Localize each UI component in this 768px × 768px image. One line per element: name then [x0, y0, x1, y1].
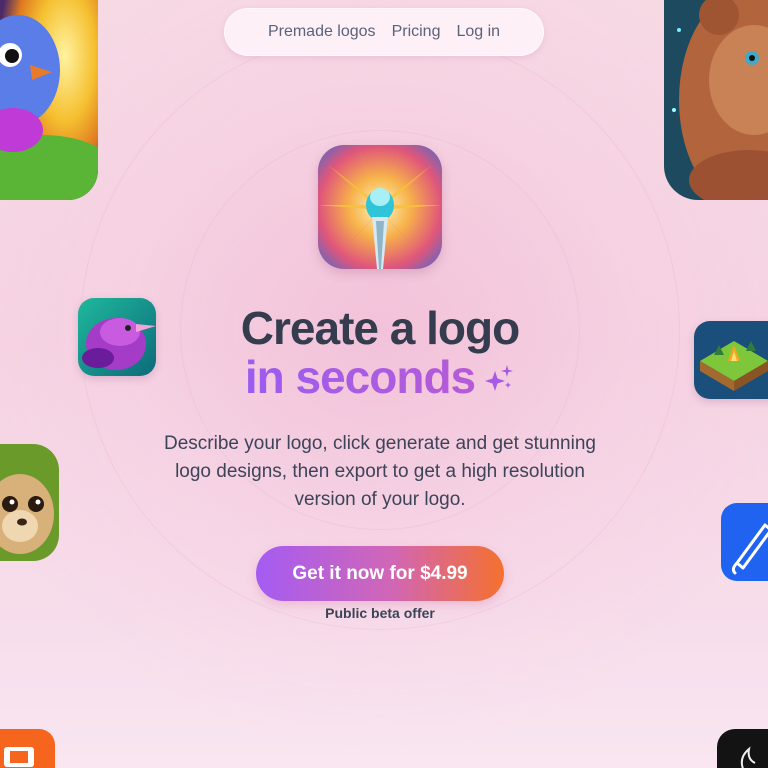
nav-pricing-link[interactable]: Pricing — [392, 23, 441, 41]
gallery-tile-dark — [717, 729, 768, 768]
hero-subtitle-row: in seconds — [0, 350, 760, 404]
hero-description: Describe your logo, click generate and g… — [164, 433, 596, 510]
gallery-tile-meerkat — [0, 444, 59, 561]
hero-title-accent: in seconds — [244, 351, 476, 403]
gallery-tile-bear — [664, 0, 768, 200]
gallery-tile-pen — [721, 503, 768, 581]
nav-premade-logos-link[interactable]: Premade logos — [268, 23, 376, 41]
gallery-tile-blue-bird — [0, 0, 98, 200]
get-it-now-button[interactable]: Get it now for $4.99 — [256, 546, 504, 601]
gallery-tile-orange — [0, 729, 55, 768]
hero-paintbrush-logo — [318, 145, 442, 269]
paintbrush-logo-icon — [318, 145, 442, 269]
dark-logo-image — [717, 729, 768, 768]
top-navigation: Premade logos Pricing Log in — [224, 8, 544, 56]
pen-logo-image — [721, 503, 768, 581]
orange-logo-image — [0, 729, 55, 768]
meerkat-logo-image — [0, 444, 59, 561]
nav-login-link[interactable]: Log in — [456, 23, 500, 41]
sparkle-icon — [485, 365, 514, 391]
public-beta-note: Public beta offer — [325, 605, 435, 621]
bear-logo-image — [664, 0, 768, 200]
blue-bird-logo-image — [0, 0, 98, 200]
hero-title: Create a logo — [240, 302, 520, 354]
